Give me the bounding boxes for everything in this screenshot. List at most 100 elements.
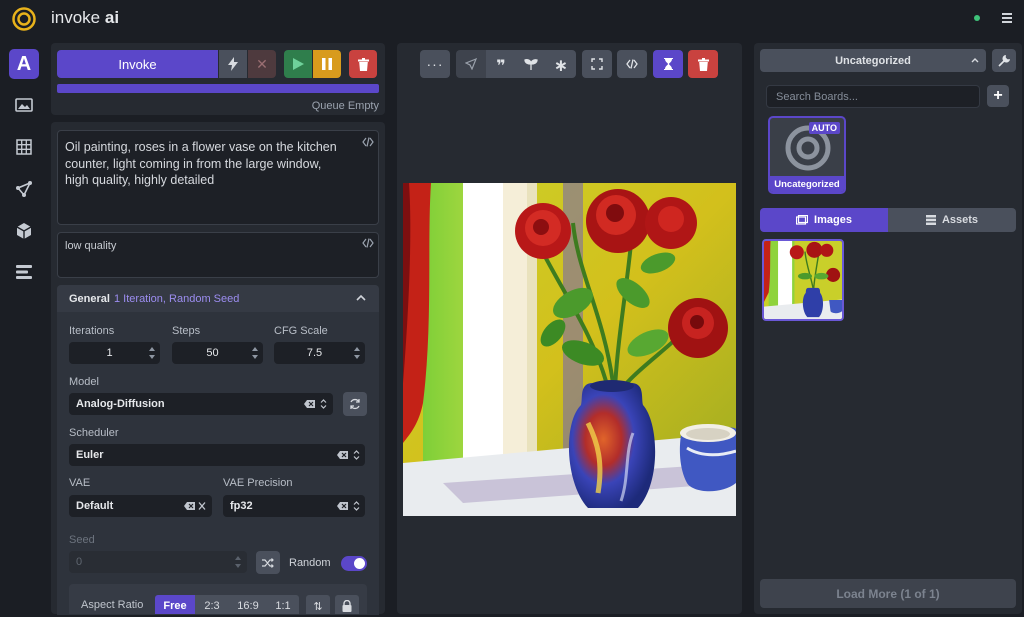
- positive-prompt-input[interactable]: Oil painting, roses in a flower vase on …: [57, 130, 379, 225]
- model-label: Model: [69, 376, 99, 388]
- invoke-button[interactable]: Invoke: [57, 50, 218, 78]
- auto-badge: AUTO: [808, 122, 840, 134]
- clear-select-icon[interactable]: [304, 398, 328, 410]
- iterations-stepper-icon[interactable]: [148, 346, 156, 360]
- tab-model-manager[interactable]: [9, 216, 39, 246]
- scheduler-clear-icon[interactable]: [337, 449, 361, 461]
- use-all-parameters-button[interactable]: ∗: [546, 50, 576, 78]
- clear-queue-button[interactable]: [349, 50, 377, 78]
- search-boards-input[interactable]: Search Boards...: [766, 85, 980, 108]
- tab-image-to-image[interactable]: [9, 90, 39, 120]
- aspect-ratio-label: Aspect Ratio: [81, 599, 144, 611]
- invoke-front-button[interactable]: [219, 50, 247, 78]
- more-options-button[interactable]: ···: [420, 50, 450, 78]
- swap-icon: ⇅: [313, 600, 323, 613]
- send-icon: [465, 58, 477, 70]
- vae-clear-icon[interactable]: [184, 500, 208, 512]
- vae-value: Default: [76, 500, 114, 512]
- tab-unified-canvas[interactable]: [9, 132, 39, 162]
- trash-icon: [357, 57, 369, 71]
- pause-icon: [322, 58, 332, 70]
- scheduler-select[interactable]: Euler: [69, 444, 365, 466]
- prompt-embed-icon[interactable]: [362, 137, 374, 147]
- tab-workflow-editor[interactable]: [9, 174, 39, 204]
- seedling-icon: [524, 58, 538, 70]
- steps-input[interactable]: 50: [172, 342, 263, 364]
- negative-prompt-input[interactable]: low quality: [57, 232, 379, 278]
- swap-dimensions-button[interactable]: ⇅: [306, 595, 330, 614]
- model-select[interactable]: Analog-Diffusion: [69, 393, 333, 415]
- load-more-button[interactable]: Load More (1 of 1): [760, 579, 1016, 608]
- cfg-stepper-icon[interactable]: [353, 346, 361, 360]
- brand-prefix: invoke: [51, 8, 101, 27]
- resume-queue-button[interactable]: [284, 50, 312, 78]
- code-icon: [626, 59, 638, 69]
- add-board-button[interactable]: +: [987, 85, 1009, 107]
- tab-images-label: Images: [814, 214, 852, 226]
- negative-embed-icon[interactable]: [362, 238, 374, 248]
- asterisk-icon: ∗: [553, 56, 569, 75]
- iterations-value: 1: [106, 347, 113, 359]
- trash-icon: [697, 57, 709, 71]
- brand-suffix: ai: [104, 8, 120, 27]
- invoke-logo-icon: [12, 7, 36, 31]
- send-to-canvas-button[interactable]: [456, 50, 486, 78]
- use-prompt-button[interactable]: ❞: [486, 50, 516, 78]
- random-seed-toggle[interactable]: [341, 556, 367, 571]
- show-metadata-button[interactable]: [617, 50, 647, 78]
- tab-text-to-image[interactable]: A: [9, 49, 39, 79]
- aspect-option-free[interactable]: Free: [155, 595, 195, 614]
- tab-images[interactable]: Images: [760, 208, 888, 232]
- iterations-input[interactable]: 1: [69, 342, 160, 364]
- show-progress-button[interactable]: [653, 50, 683, 78]
- seed-value: 0: [76, 556, 83, 568]
- gallery-thumbnail[interactable]: [762, 239, 844, 321]
- tab-assets[interactable]: Assets: [888, 208, 1016, 232]
- model-manager-icon: [16, 223, 32, 239]
- image-to-image-icon: [15, 98, 33, 112]
- scheduler-label: Scheduler: [69, 427, 119, 439]
- generated-image: [403, 183, 736, 516]
- queue-status-text: Queue Empty: [311, 100, 379, 112]
- wrench-icon: [998, 54, 1010, 67]
- close-icon: ✕: [256, 55, 268, 72]
- general-title: General: [69, 293, 110, 305]
- aspect-option-16-9[interactable]: 16:9: [229, 595, 267, 614]
- expand-icon: [591, 58, 603, 70]
- general-summary: 1 Iteration, Random Seed: [114, 293, 240, 305]
- board-selector[interactable]: Uncategorized: [760, 49, 986, 72]
- tab-assets-label: Assets: [941, 214, 979, 226]
- queue-list-icon: [16, 265, 32, 279]
- hamburger-menu-icon[interactable]: [1000, 11, 1014, 25]
- board-name: Uncategorized: [770, 176, 844, 192]
- vae-precision-value: fp32: [230, 500, 253, 512]
- app-title: invoke ai: [51, 8, 119, 28]
- grid-icon: [16, 139, 32, 155]
- tab-queue[interactable]: [9, 257, 39, 287]
- assets-icon: [925, 215, 936, 225]
- chevron-up-icon[interactable]: [356, 294, 366, 301]
- hourglass-icon: [663, 58, 673, 70]
- shuffle-seed-button[interactable]: [256, 551, 280, 574]
- pause-queue-button[interactable]: [313, 50, 341, 78]
- cfg-value: 7.5: [306, 347, 323, 359]
- lightning-icon: [228, 57, 238, 71]
- refresh-icon: [350, 398, 360, 410]
- plus-icon: +: [993, 87, 1003, 104]
- steps-value: 50: [206, 347, 219, 359]
- fullscreen-button[interactable]: [582, 50, 612, 78]
- gallery-settings-button[interactable]: [992, 49, 1016, 72]
- board-selector-label: Uncategorized: [835, 54, 911, 67]
- lock-ratio-button[interactable]: [335, 595, 359, 614]
- aspect-option-1-1[interactable]: 1:1: [267, 595, 299, 614]
- steps-stepper-icon[interactable]: [251, 346, 259, 360]
- vae-precision-clear-icon[interactable]: [337, 500, 361, 512]
- sync-models-button[interactable]: [343, 392, 367, 416]
- board-card-uncategorized[interactable]: AUTO Uncategorized: [768, 116, 846, 194]
- use-seed-button[interactable]: [516, 50, 546, 78]
- cancel-current-button[interactable]: ✕: [248, 50, 276, 78]
- seed-input[interactable]: 0: [69, 551, 247, 573]
- delete-image-button[interactable]: [688, 50, 718, 78]
- aspect-option-2-3[interactable]: 2:3: [195, 595, 229, 614]
- cfg-input[interactable]: 7.5: [274, 342, 365, 364]
